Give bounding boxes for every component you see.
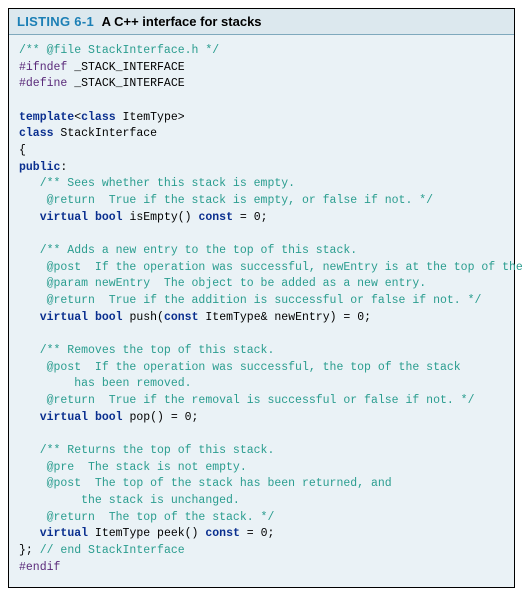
kw-class-tmpl: class <box>81 111 116 124</box>
brace-open: { <box>19 144 26 157</box>
comment-push-3: @param newEntry The object to be added a… <box>19 277 426 290</box>
kw-const-2: const <box>164 311 199 324</box>
isempty-sig: isEmpty() <box>123 211 199 224</box>
listing-title: A C++ interface for stacks <box>102 14 262 29</box>
listing-label: LISTING 6-1 <box>17 14 94 29</box>
pp-guard-2: _STACK_INTERFACE <box>67 77 184 90</box>
kw-virtual-2: virtual <box>40 311 88 324</box>
kw-virtual-3: virtual <box>40 411 88 424</box>
comment-file: /** @file StackInterface.h */ <box>19 44 219 57</box>
brace-close: }; <box>19 544 40 557</box>
kw-bool-3: bool <box>95 411 123 424</box>
pp-define: #define <box>19 77 67 90</box>
comment-peek-5: @return The top of the stack. */ <box>19 511 274 524</box>
comment-peek-2: @pre The stack is not empty. <box>19 461 247 474</box>
comment-peek-3: @post The top of the stack has been retu… <box>19 477 392 490</box>
comment-pop-2: @post If the operation was successful, t… <box>19 361 461 374</box>
comment-isempty-2: @return True if the stack is empty, or f… <box>19 194 433 207</box>
pp-endif: #endif <box>19 561 60 574</box>
kw-template: template <box>19 111 74 124</box>
class-name: StackInterface <box>54 127 158 140</box>
comment-peek-1: /** Returns the top of this stack. <box>19 444 274 457</box>
kw-bool-2: bool <box>95 311 123 324</box>
comment-pop-1: /** Removes the top of this stack. <box>19 344 274 357</box>
comment-push-2: @post If the operation was successful, n… <box>19 261 525 274</box>
comment-push-1: /** Adds a new entry to the top of this … <box>19 244 357 257</box>
peek-sig-1: ItemType peek() <box>88 527 205 540</box>
comment-push-4: @return True if the addition is successf… <box>19 294 481 307</box>
eq0-1: = 0; <box>233 211 268 224</box>
kw-virtual-4: virtual <box>40 527 88 540</box>
eq0-2: = 0; <box>240 527 275 540</box>
pop-sig: pop() = 0; <box>123 411 199 424</box>
push-sig-1: push( <box>123 311 164 324</box>
comment-isempty-1: /** Sees whether this stack is empty. <box>19 177 295 190</box>
comment-pop-4: @return True if the removal is successfu… <box>19 394 474 407</box>
kw-public: public <box>19 161 60 174</box>
kw-virtual-1: virtual <box>40 211 88 224</box>
kw-const-3: const <box>205 527 240 540</box>
pp-ifndef: #ifndef <box>19 61 67 74</box>
push-sig-2: ItemType& newEntry) = 0; <box>198 311 371 324</box>
code-area: /** @file StackInterface.h */ #ifndef _S… <box>9 35 514 587</box>
comment-pop-3: has been removed. <box>19 377 192 390</box>
pp-guard-1: _STACK_INTERFACE <box>67 61 184 74</box>
tmpl-rest: ItemType> <box>116 111 185 124</box>
public-colon: : <box>60 161 67 174</box>
comment-end: // end StackInterface <box>40 544 185 557</box>
kw-bool-1: bool <box>95 211 123 224</box>
listing-header: LISTING 6-1 A C++ interface for stacks <box>9 9 514 35</box>
kw-const-1: const <box>198 211 233 224</box>
kw-class: class <box>19 127 54 140</box>
